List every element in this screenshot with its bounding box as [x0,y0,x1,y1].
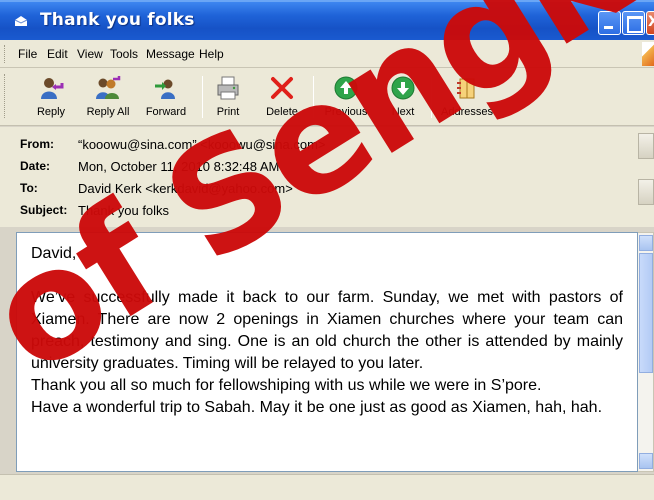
reply-all-label: Reply All [86,106,130,118]
menu-file[interactable]: File [18,47,37,61]
reply-label: Reply [36,106,66,118]
to-value[interactable]: David Kerk <kerkdavid@yahoo.com> [78,181,293,196]
window-title: Thank you folks [40,10,195,30]
arrow-up-icon [334,76,358,100]
next-button[interactable]: Next [380,71,426,123]
forward-icon [155,79,175,99]
body-paragraph: Thank you all so much for fellowshiping … [31,377,542,394]
close-button[interactable] [646,11,654,35]
body-paragraph: We’ve successfully made it back to our f… [31,289,623,372]
date-label: Date: [20,159,51,173]
subject-value: Thank you folks [78,203,170,218]
previous-button[interactable]: Previous [318,71,374,123]
print-button[interactable]: Print [208,71,248,123]
reply-all-button[interactable]: Reply All [80,71,136,123]
windows-logo-icon [642,42,654,66]
delete-button[interactable]: Delete [260,71,304,123]
menu-bar: File Edit View Tools Message Help [0,40,654,68]
next-label: Next [391,106,415,118]
header-scroll-down[interactable] [638,179,654,205]
forward-label: Forward [145,106,187,118]
scroll-up-arrow[interactable] [639,235,653,251]
toolbar-separator [313,76,314,118]
delete-label: Delete [266,106,298,118]
delete-x-icon [271,77,293,99]
menu-grip[interactable] [4,45,7,63]
menu-view[interactable]: View [77,47,103,61]
minimize-button[interactable] [598,11,621,35]
body-paragraph: Have a wonderful trip to Sabah. May it b… [31,399,603,416]
maximize-button[interactable] [622,11,645,35]
scroll-down-arrow[interactable] [639,453,653,469]
addresses-label: Addresses [441,106,493,118]
to-label: To: [20,181,38,195]
menu-message[interactable]: Message [146,47,195,61]
title-bar: Thank you folks [0,0,654,40]
toolbar: Reply Reply All Forward Print Delete Pre… [0,68,654,126]
header-scroll-up[interactable] [638,133,654,159]
envelope-icon [14,16,28,26]
scroll-thumb[interactable] [639,253,653,373]
from-label: From: [20,137,54,151]
menu-help[interactable]: Help [199,47,224,61]
body-blank-line [31,265,623,287]
subject-label: Subject: [20,203,68,217]
previous-label: Previous [324,106,368,118]
printer-icon [217,76,239,100]
forward-button[interactable]: Forward [138,71,194,123]
status-bar [0,474,654,500]
message-header-pane: From: “kooowu@sina.com” <kooowu@sina.com… [0,127,654,227]
message-body[interactable]: David, We’ve successfully made it back t… [16,232,638,472]
body-greeting: David, [31,245,77,262]
arrow-down-icon [391,76,415,100]
menu-edit[interactable]: Edit [47,47,68,61]
menu-tools[interactable]: Tools [110,47,138,61]
from-value[interactable]: “kooowu@sina.com” <kooowu@sina.com> [78,137,326,152]
print-label: Print [216,106,240,118]
toolbar-separator [431,76,432,118]
address-book-icon [457,78,475,99]
toolbar-separator [202,76,203,118]
reply-button[interactable]: Reply [28,71,74,123]
reply-icon [41,78,64,99]
reply-all-icon [96,76,121,99]
date-value: Mon, October 11, 2010 8:32:48 AM [78,159,280,174]
addresses-button[interactable]: Addresses [436,71,498,123]
body-scrollbar[interactable] [638,232,654,472]
toolbar-grip[interactable] [4,74,7,118]
